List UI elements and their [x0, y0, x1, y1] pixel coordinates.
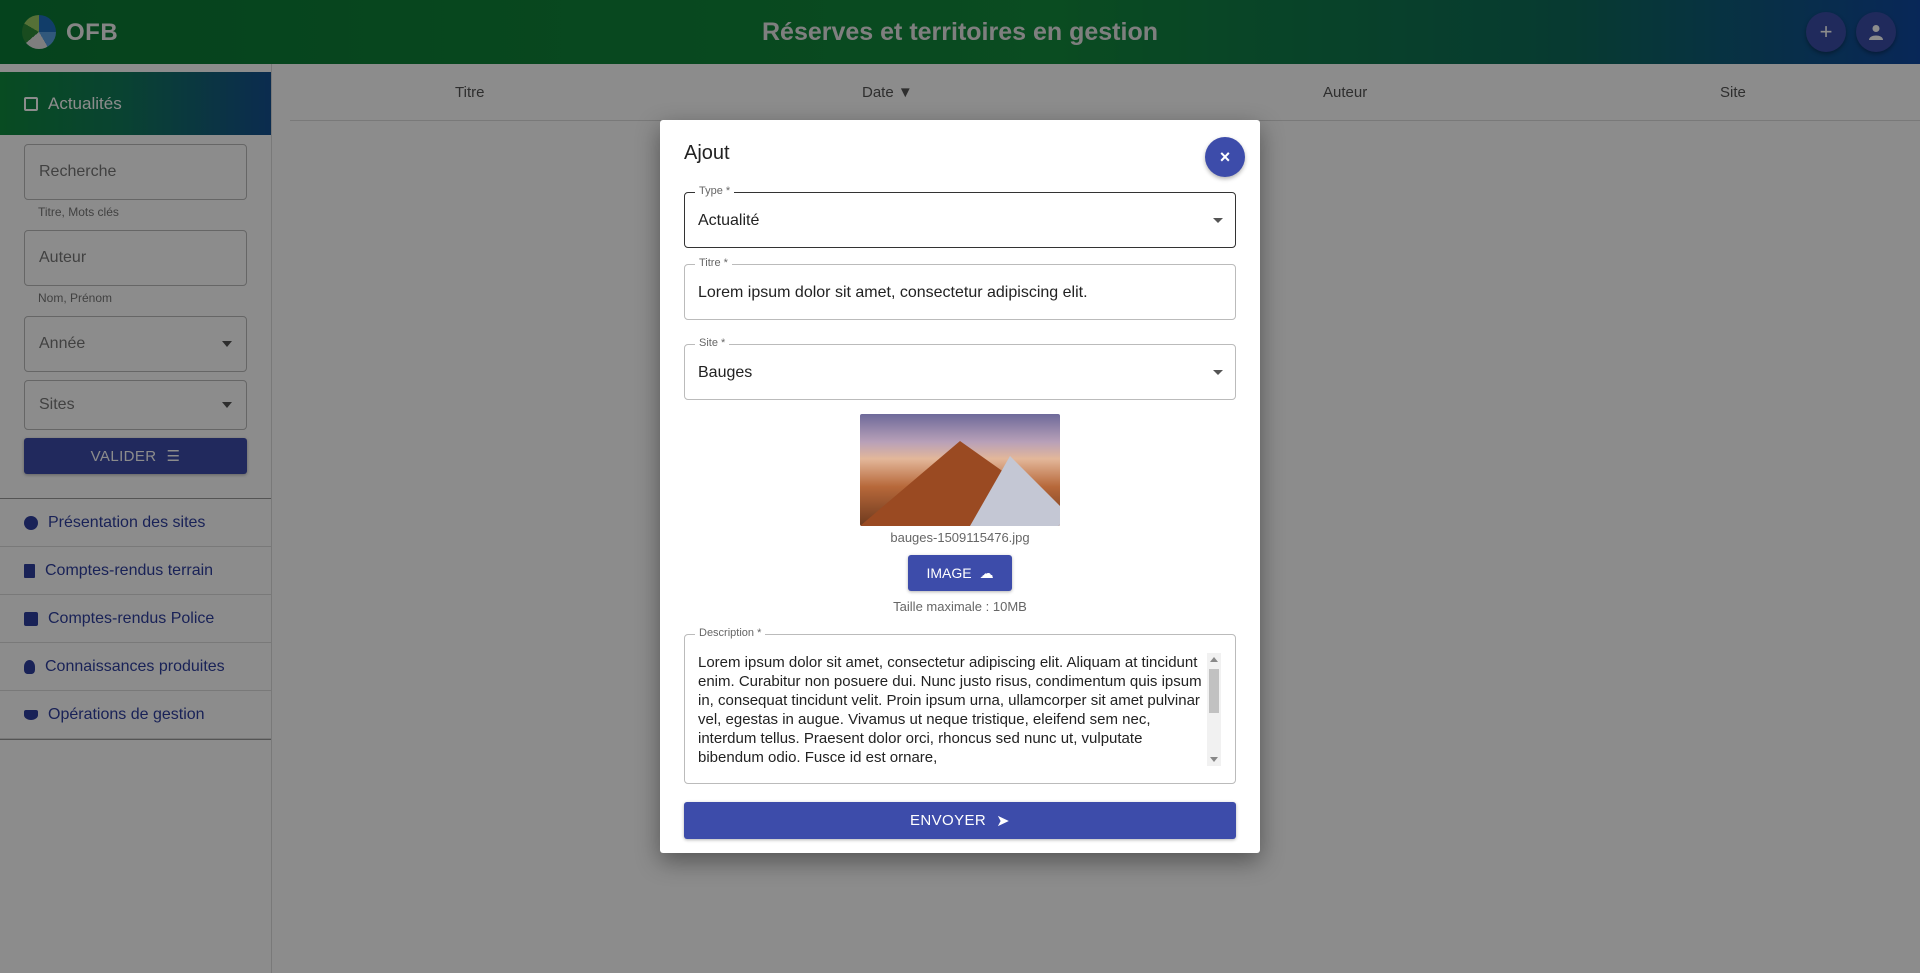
description-label: Description * — [695, 627, 766, 639]
title-field[interactable]: Titre * Lorem ipsum dolor sit amet, cons… — [684, 257, 1236, 320]
site-label: Site * — [695, 337, 730, 349]
image-filename: bauges-1509115476.jpg — [890, 530, 1030, 545]
close-button[interactable]: × — [1205, 137, 1245, 177]
description-value: Lorem ipsum dolor sit amet, consectetur … — [698, 654, 1202, 766]
max-size-note: Taille maximale : 10MB — [893, 599, 1027, 614]
scroll-up-icon[interactable] — [1210, 657, 1218, 662]
dialog-title: Ajout — [684, 142, 730, 164]
image-upload-button[interactable]: IMAGE ☁ — [908, 555, 1012, 591]
type-value: Actualité — [698, 212, 760, 229]
image-preview — [860, 414, 1060, 526]
scroll-down-icon[interactable] — [1210, 757, 1218, 762]
add-dialog: Ajout × Type * Actualité Titre * Lorem i… — [660, 120, 1260, 853]
type-select[interactable]: Type * Actualité — [684, 185, 1236, 248]
site-value: Bauges — [698, 364, 753, 381]
scroll-thumb[interactable] — [1209, 669, 1219, 713]
mountain-shape — [970, 456, 1060, 526]
site-select[interactable]: Site * Bauges — [684, 337, 1236, 400]
dropdown-arrow-icon — [1213, 370, 1223, 375]
title-label: Titre * — [695, 257, 732, 269]
close-icon: × — [1219, 146, 1231, 167]
send-label: ENVOYER — [910, 812, 987, 829]
send-icon: ➤ — [996, 812, 1010, 830]
dropdown-arrow-icon — [1213, 218, 1223, 223]
description-scrollbar[interactable] — [1207, 653, 1221, 766]
description-textarea[interactable]: Description * Lorem ipsum dolor sit amet… — [684, 627, 1236, 784]
cloud-upload-icon: ☁ — [979, 564, 994, 581]
send-button[interactable]: ENVOYER ➤ — [684, 802, 1236, 839]
type-label: Type * — [695, 185, 735, 197]
image-button-label: IMAGE — [926, 565, 972, 581]
title-value: Lorem ipsum dolor sit amet, consectetur … — [698, 284, 1088, 301]
